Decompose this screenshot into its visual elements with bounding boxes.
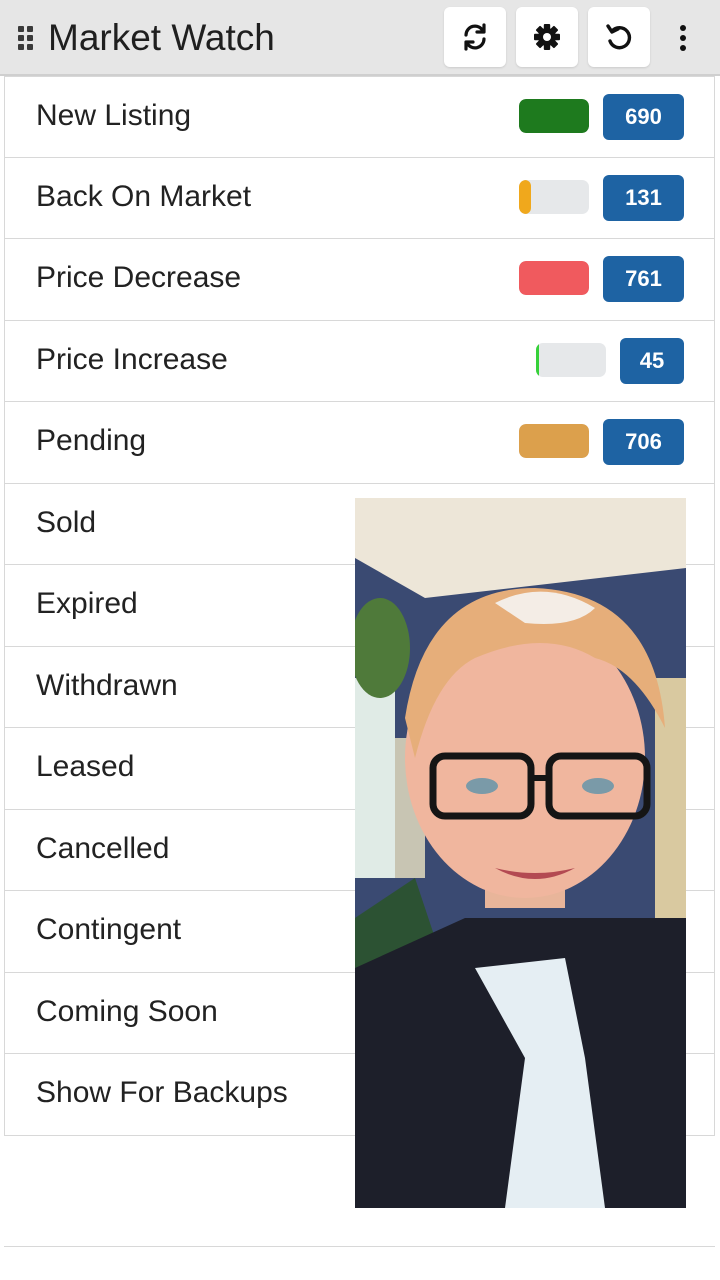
count-badge: 761 [603, 256, 684, 302]
status-row-label: Show For Backups [36, 1076, 288, 1109]
status-row[interactable]: Price Increase 45 [4, 320, 715, 402]
progress-bar [519, 179, 589, 214]
status-row-label: Cancelled [36, 831, 170, 865]
settings-button[interactable] [516, 7, 578, 67]
progress-bar [536, 342, 606, 377]
undo-icon [606, 24, 632, 50]
page-title: Market Watch [48, 17, 275, 58]
divider [4, 1246, 715, 1247]
status-row[interactable]: Price Decrease 761 [4, 239, 715, 321]
progress-bar [519, 99, 589, 133]
status-row-label: Pending [36, 424, 147, 457]
gear-icon [534, 24, 560, 50]
status-row-label: Sold [36, 505, 97, 539]
status-row[interactable]: New Listing 690 [4, 76, 715, 158]
refresh-button[interactable] [444, 7, 506, 67]
status-row[interactable]: Back On Market 131 [4, 157, 715, 239]
progress-bar-fill [519, 424, 589, 458]
progress-bar-fill [536, 342, 539, 377]
progress-bar-fill [519, 261, 589, 295]
count-badge: 690 [603, 94, 684, 140]
count-badge: 706 [603, 419, 684, 465]
status-row-label: Leased [36, 750, 135, 783]
status-row-label: Withdrawn [36, 668, 178, 702]
drag-grip-icon[interactable] [18, 26, 38, 52]
kebab-menu-icon[interactable] [670, 18, 696, 58]
status-row-label: Price Decrease [36, 261, 242, 294]
progress-bar-fill [519, 179, 531, 214]
undo-button[interactable] [588, 7, 650, 67]
count-badge: 131 [603, 174, 684, 221]
refresh-icon [464, 23, 486, 51]
progress-bar [519, 424, 589, 458]
count-badge: 45 [620, 337, 684, 384]
status-row-label: Coming Soon [36, 994, 218, 1028]
status-row-label: New Listing [36, 99, 192, 132]
status-row[interactable]: Pending 706 [4, 402, 715, 484]
progress-bar [519, 261, 589, 295]
status-row-label: Contingent [36, 913, 182, 946]
webcam-video-overlay[interactable] [355, 498, 686, 1208]
progress-bar-fill [519, 99, 589, 133]
status-row-label: Back On Market [36, 179, 252, 213]
status-row-label: Expired [36, 587, 138, 620]
presenter-video-frame [355, 498, 686, 1208]
header-bar: Market Watch [0, 0, 720, 76]
status-row-label: Price Increase [36, 342, 228, 376]
